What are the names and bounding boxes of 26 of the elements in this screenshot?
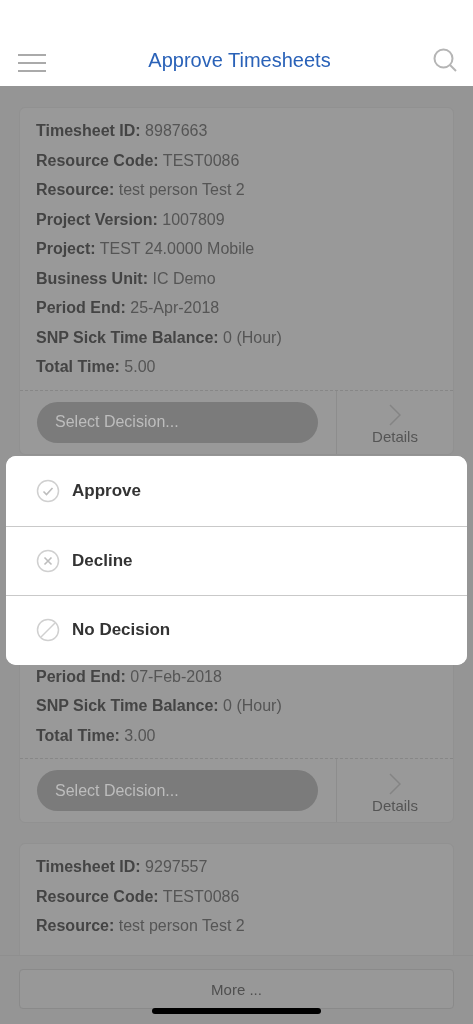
timesheet-field: SNP Sick Time Balance: 0 (Hour): [20, 691, 453, 721]
page-title: Approve Timesheets: [148, 48, 331, 72]
timesheet-field: Resource: test person Test 2: [20, 911, 453, 941]
timesheet-field: Business Unit: IC Demo: [20, 263, 453, 293]
timesheet-field: Total Time: 3.00: [20, 720, 453, 750]
timesheet-field: Timesheet ID: 9297557: [20, 852, 453, 882]
timesheet-field: Project Version: 1007809: [20, 204, 453, 234]
decision-select[interactable]: Select Decision...: [37, 770, 318, 811]
timesheet-field: SNP Sick Time Balance: 0 (Hour): [20, 322, 453, 352]
timesheet-field: Timesheet ID: 8987663: [20, 116, 453, 146]
menu-icon[interactable]: [18, 54, 46, 72]
timesheet-field: Resource: test person Test 2: [20, 175, 453, 205]
decision-option[interactable]: No Decision: [6, 595, 467, 665]
decision-select[interactable]: Select Decision...: [37, 401, 318, 443]
timesheet-field: Resource Code: TEST0086: [20, 145, 453, 175]
timesheet-field: Resource Code: TEST0086: [20, 881, 453, 911]
details-button[interactable]: Details: [337, 759, 453, 822]
timesheet-field: Project: TEST 24.0000 Mobile: [20, 234, 453, 264]
more-button[interactable]: More ...: [19, 969, 454, 1009]
search-icon[interactable]: [433, 48, 457, 72]
details-button[interactable]: Details: [337, 390, 453, 454]
close-circle-icon: [36, 548, 60, 573]
check-circle-icon: [36, 478, 60, 503]
slash-circle-icon: [36, 618, 60, 643]
timesheet-field: Total Time: 5.00: [20, 352, 453, 382]
timesheet-field: Period End: 25-Apr-2018: [20, 293, 453, 323]
